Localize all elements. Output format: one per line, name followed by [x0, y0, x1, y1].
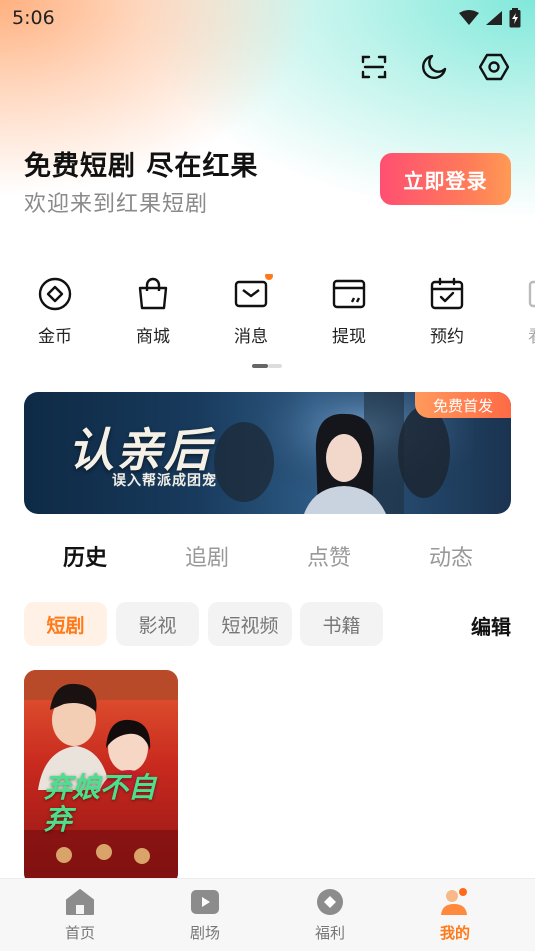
scan-icon: [361, 55, 387, 79]
tv-icon: [528, 280, 535, 308]
nav-home[interactable]: 首页: [40, 887, 120, 943]
quick-action-reserve[interactable]: 预约: [407, 274, 487, 354]
quick-action-label: 预约: [430, 327, 464, 347]
scan-button[interactable]: [359, 52, 389, 82]
pager-inactive: [268, 364, 282, 368]
wallet-icon: [332, 279, 366, 309]
quick-action-label: 商城: [136, 327, 170, 347]
play-icon: [191, 890, 219, 914]
quick-actions-pager: [252, 364, 282, 368]
chip-books[interactable]: 书籍: [300, 602, 383, 646]
bottom-nav: 首页 剧场 福利 我的: [0, 878, 535, 951]
wifi-icon: [459, 10, 479, 25]
nav-label: 我的: [439, 924, 470, 942]
nav-me[interactable]: 我的: [415, 887, 495, 943]
slogan-title: 免费短剧 尽在红果: [24, 151, 259, 182]
login-button[interactable]: 立即登录: [380, 153, 511, 205]
signal-icon: [486, 11, 502, 25]
quick-action-coin[interactable]: 金币: [15, 274, 95, 354]
calendar-check-icon: [430, 277, 464, 310]
quick-action-message[interactable]: 消息: [211, 274, 291, 354]
moon-icon: [422, 54, 447, 79]
top-actions: [359, 52, 509, 82]
nav-rewards[interactable]: 福利: [290, 887, 370, 943]
welcome-text: 欢迎来到红果短剧: [24, 192, 209, 217]
tab-activity[interactable]: 动态: [390, 540, 512, 572]
nav-theater[interactable]: 剧场: [165, 887, 245, 943]
settings-button[interactable]: [479, 52, 509, 82]
edit-button[interactable]: 编辑: [471, 611, 511, 640]
nav-label: 福利: [314, 924, 345, 942]
dark-mode-button[interactable]: [419, 52, 449, 82]
quick-action-label: 金币: [38, 327, 72, 347]
banner-badge: 免费首发: [415, 392, 511, 418]
settings-icon: [479, 53, 509, 81]
quick-action-watch[interactable]: 看剧: [505, 274, 535, 354]
quick-action-withdraw[interactable]: 提现: [309, 274, 389, 354]
card-title: 弃娘不自弃: [44, 771, 157, 836]
battery-icon: [509, 8, 521, 28]
coin-icon: [38, 277, 72, 311]
chip-short-video[interactable]: 短视频: [208, 602, 292, 646]
home-icon: [66, 889, 94, 915]
promo-banner[interactable]: 认亲后 误入帮派成团宠 免费首发: [24, 392, 511, 514]
quick-action-label: 看剧: [528, 322, 535, 347]
gift-icon: [317, 889, 343, 915]
chip-short-drama[interactable]: 短剧: [24, 602, 107, 646]
message-icon: [234, 280, 268, 308]
pager-active: [252, 364, 268, 368]
status-time: 5:06: [12, 7, 55, 29]
status-bar: 5:06: [0, 0, 535, 36]
nav-label: 剧场: [189, 924, 220, 942]
quick-action-label: 消息: [234, 327, 268, 347]
status-icons: [459, 8, 521, 28]
notification-dot: [265, 274, 273, 280]
quick-action-shop[interactable]: 商城: [113, 274, 193, 354]
banner-subtitle: 误入帮派成团宠: [112, 473, 217, 489]
shopping-bag-icon: [138, 277, 168, 310]
quick-actions-row: 金币 商城 消息 提现 预约: [0, 274, 535, 354]
nav-label: 首页: [64, 924, 95, 942]
profile-icon: [441, 888, 467, 915]
chip-film-tv[interactable]: 影视: [116, 602, 199, 646]
tab-history[interactable]: 历史: [24, 540, 146, 572]
history-card[interactable]: 弃娘不自弃: [24, 670, 178, 885]
tab-likes[interactable]: 点赞: [268, 540, 390, 572]
content-tabs: 历史 追剧 点赞 动态: [0, 540, 535, 580]
quick-action-label: 提现: [332, 327, 366, 347]
tab-following[interactable]: 追剧: [146, 540, 268, 572]
